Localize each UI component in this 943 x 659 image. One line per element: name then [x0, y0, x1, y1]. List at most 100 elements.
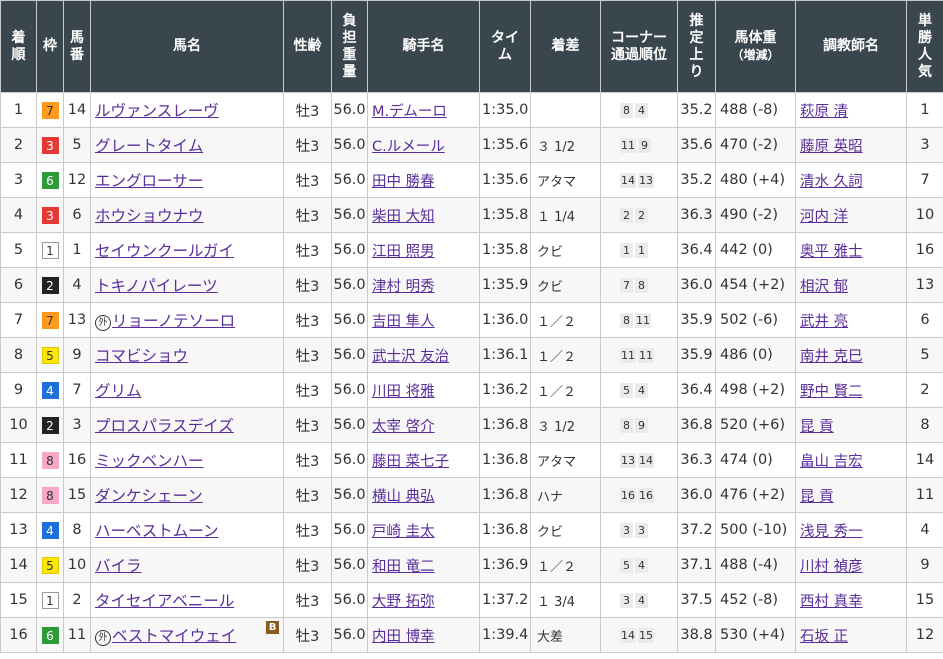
header-corner-positions[interactable]: コーナー 通過順位 [600, 0, 678, 93]
time: 1:36.2 [479, 372, 531, 408]
jockey-link[interactable]: 和田 竜二 [372, 559, 435, 575]
sex-age-text: 牡3 [295, 488, 320, 505]
body-weight: 442 (0) [715, 232, 796, 268]
trainer-link[interactable]: 清水 久詞 [800, 174, 863, 190]
header-horse-number[interactable]: 馬番 [63, 0, 91, 93]
jockey-link[interactable]: 川田 将雅 [372, 384, 435, 400]
time: 1:36.9 [479, 547, 531, 583]
trainer-link[interactable]: 昆 貢 [800, 419, 834, 435]
jockey-link[interactable]: 吉田 隼人 [372, 314, 435, 330]
trainer-link[interactable]: 河内 洋 [800, 209, 848, 225]
trainer-link[interactable]: 畠山 吉宏 [800, 454, 863, 470]
weight-carried: 56.0 [331, 302, 368, 338]
trainer-link[interactable]: 浅見 秀一 [800, 524, 863, 540]
frame-badge: 7 [41, 311, 59, 329]
sex-age-text: 牡3 [295, 313, 320, 330]
horse-number: 7 [63, 372, 91, 408]
jockey-link[interactable]: 田中 勝春 [372, 174, 435, 190]
horse-name-link[interactable]: コマビショウ [95, 347, 188, 365]
header-last-3f[interactable]: 推定上り [677, 0, 716, 93]
horse-name-link[interactable]: グリム [95, 382, 142, 400]
trainer-link[interactable]: 南井 克巳 [800, 349, 863, 365]
header-body-weight[interactable]: 馬体重 （増減） [715, 0, 796, 93]
time: 1:36.8 [479, 477, 531, 513]
header-time[interactable]: タイム [479, 0, 531, 93]
header-margin[interactable]: 着差 [530, 0, 601, 93]
corner-position-1: 1 [620, 243, 633, 258]
trainer-link[interactable]: 石坂 正 [800, 629, 848, 645]
jockey-link[interactable]: 横山 典弘 [372, 489, 435, 505]
horse-number-text: 12 [67, 172, 87, 188]
jockey-cell: 藤田 菜七子 [367, 442, 480, 478]
trainer-link[interactable]: 奥平 雅士 [800, 244, 863, 260]
trainer-link[interactable]: 武井 亮 [800, 314, 848, 330]
jockey-link[interactable]: 太宰 啓介 [372, 419, 435, 435]
header-finish-position[interactable]: 着順 [0, 0, 37, 93]
header-weight-carried[interactable]: 負担重量 [331, 0, 368, 93]
body-weight: 520 (+6) [715, 407, 796, 443]
corner-position-1: 16 [620, 488, 636, 503]
trainer-link[interactable]: 萩原 清 [800, 104, 848, 120]
jockey-link[interactable]: 藤田 菜七子 [372, 454, 449, 470]
trainer-link[interactable]: 川村 禎彦 [800, 559, 863, 575]
header-frame[interactable]: 枠 [36, 0, 64, 93]
weight-carried-text: 56.0 [333, 137, 366, 153]
time: 1:35.6 [479, 127, 531, 163]
finish-position: 15 [0, 582, 37, 618]
jockey-link[interactable]: 津村 明秀 [372, 279, 435, 295]
horse-name-link[interactable]: ダンケシェーン [95, 487, 203, 505]
jockey-link[interactable]: 内田 博幸 [372, 629, 435, 645]
horse-name-link[interactable]: プロスパラスデイズ [95, 417, 234, 435]
horse-name-link[interactable]: バイラ [95, 557, 142, 575]
trainer-link[interactable]: 藤原 英昭 [800, 139, 863, 155]
jockey-link[interactable]: 柴田 大知 [372, 209, 435, 225]
horse-name-link[interactable]: グレートタイム [95, 137, 203, 155]
jockey-link[interactable]: 大野 拓弥 [372, 594, 435, 610]
popularity: 11 [906, 477, 943, 513]
header-horse-name[interactable]: 馬名 [90, 0, 284, 93]
horse-name-link[interactable]: ベストマイウェイ [112, 627, 236, 645]
popularity-text: 1 [920, 102, 930, 118]
horse-name-link[interactable]: ミックベンハー [95, 452, 204, 470]
body-weight: 470 (-2) [715, 127, 796, 163]
time-text: 1:36.0 [482, 312, 529, 328]
horse-number: 5 [63, 127, 91, 163]
finish-position: 4 [0, 197, 37, 233]
frame-cell: 4 [36, 512, 64, 548]
popularity-text: 13 [915, 277, 935, 293]
last-3f: 36.8 [677, 407, 716, 443]
trainer-link[interactable]: 相沢 郁 [800, 279, 848, 295]
horse-name-link[interactable]: トキノパイレーツ [95, 277, 218, 295]
horse-name-link[interactable]: タイセイアベニール [95, 592, 234, 610]
horse-number-text: 2 [72, 592, 82, 608]
jockey-link[interactable]: 戸崎 圭太 [372, 524, 435, 540]
jockey-link[interactable]: 江田 照男 [372, 244, 435, 260]
header-popularity[interactable]: 単勝人気 [906, 0, 943, 93]
jockey-link[interactable]: M.デムーロ [372, 104, 447, 120]
weight-carried: 56.0 [331, 372, 368, 408]
header-trainer[interactable]: 調教師名 [795, 0, 907, 93]
margin: アタマ [530, 442, 601, 478]
trainer-link[interactable]: 昆 貢 [800, 489, 834, 505]
jockey-link[interactable]: 武士沢 友治 [372, 349, 449, 365]
jockey-link[interactable]: C.ルメール [372, 139, 445, 155]
horse-name-link[interactable]: ハーベストムーン [95, 522, 219, 540]
header-jockey[interactable]: 騎手名 [367, 0, 480, 93]
trainer-link[interactable]: 野中 賢二 [800, 384, 863, 400]
margin-text: １ 1/4 [537, 209, 576, 225]
trainer-link[interactable]: 西村 真幸 [800, 594, 863, 610]
horse-name-link[interactable]: ホウショウナウ [95, 207, 204, 225]
popularity-text: 11 [915, 487, 935, 503]
sex-age: 牡3 [283, 512, 332, 548]
horse-name-link[interactable]: エングローサー [95, 172, 203, 190]
horse-name-link[interactable]: セイウンクールガイ [95, 242, 234, 260]
horse-name-cell: タイセイアベニール [90, 582, 284, 618]
trainer-cell: 河内 洋 [795, 197, 907, 233]
horse-name-link[interactable]: ルヴァンスレーヴ [95, 102, 219, 120]
jockey-cell: 津村 明秀 [367, 267, 480, 303]
horse-name-link[interactable]: リョーノテソーロ [112, 312, 235, 330]
finish-position-text: 8 [13, 347, 24, 363]
frame-badge: 1 [41, 591, 59, 609]
corner-position-1: 14 [620, 628, 636, 643]
header-sex-age[interactable]: 性齢 [283, 0, 332, 93]
